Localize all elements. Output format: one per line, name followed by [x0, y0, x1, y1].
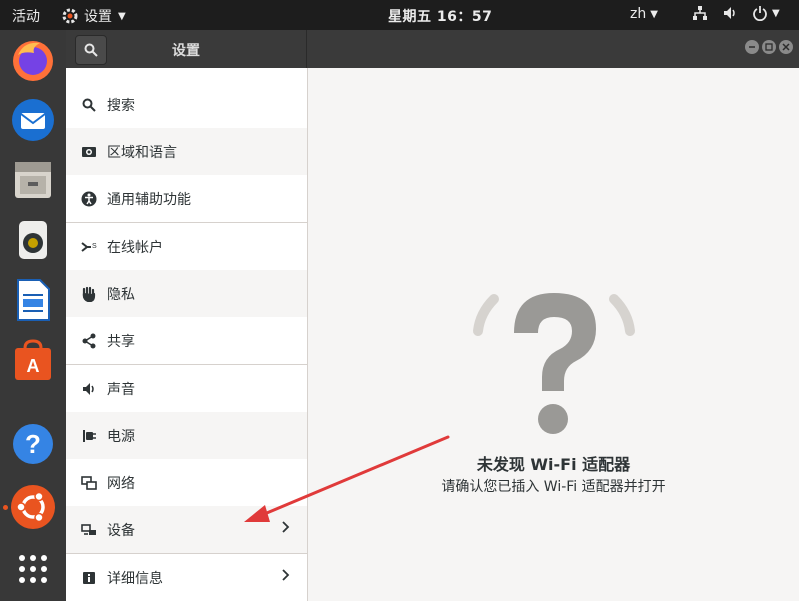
svg-text:A: A — [27, 356, 40, 376]
window-title: 设置 — [172, 43, 200, 59]
rhythmbox-icon[interactable] — [9, 216, 57, 264]
sidebar-item-label: 声音 — [107, 381, 135, 398]
power-icon — [753, 6, 767, 21]
search-icon — [77, 98, 101, 112]
software-center-icon[interactable]: A — [9, 336, 57, 384]
sidebar-item-network[interactable]: 网络 — [66, 459, 307, 506]
libreoffice-writer-icon[interactable] — [9, 276, 57, 324]
close-button[interactable] — [779, 40, 793, 54]
no-wifi-question-icon — [473, 293, 635, 434]
sidebar-item-sound[interactable]: 声音 — [66, 365, 307, 412]
running-indicator — [3, 505, 8, 510]
speaker-icon — [77, 381, 101, 397]
power-plug-icon — [77, 428, 101, 444]
window-controls — [745, 40, 793, 54]
sidebar-item-label: 区域和语言 — [107, 144, 177, 161]
sidebar-item-privacy[interactable]: 隐私 — [66, 270, 307, 317]
caret-down-icon: ▼ — [118, 10, 126, 22]
sidebar-item-label: 设备 — [107, 522, 135, 539]
volume-icon — [724, 7, 735, 19]
search-icon — [84, 43, 98, 57]
sidebar-item-label: 网络 — [107, 475, 135, 492]
network-icon — [77, 475, 101, 491]
maximize-icon — [765, 43, 773, 51]
header-bar: 设置 — [66, 30, 799, 68]
settings-window: 设置 搜索 区域和语言 通用辅助功能 S 在线帐户 隐私 共享 声音 电源 网络… — [66, 30, 799, 601]
firefox-icon[interactable] — [9, 36, 57, 84]
app-menu-label: 设置 — [84, 9, 112, 25]
minimize-button[interactable] — [745, 40, 759, 54]
dock: A ? — [0, 30, 66, 601]
system-menu[interactable]: ▼ — [692, 5, 780, 21]
sidebar-item-label: 通用辅助功能 — [107, 191, 191, 208]
hand-icon — [77, 286, 101, 302]
no-adapter-subtitle: 请确认您已插入 Wi-Fi 适配器并打开 — [441, 479, 666, 495]
app-menu-button[interactable]: 设置 ▼ — [62, 6, 126, 26]
caret-down-icon: ▼ — [650, 8, 658, 20]
sidebar-item-label: 隐私 — [107, 286, 135, 303]
sidebar-item-label: 电源 — [107, 428, 135, 445]
sidebar-item-label: 在线帐户 — [107, 239, 163, 256]
info-icon — [77, 571, 101, 585]
search-button[interactable] — [75, 35, 107, 65]
sidebar-item-devices[interactable]: 设备 — [66, 506, 307, 553]
devices-icon — [77, 522, 101, 538]
maximize-button[interactable] — [762, 40, 776, 54]
sidebar-item-label: 共享 — [107, 333, 135, 350]
share-icon — [77, 333, 101, 349]
sidebar-item-label: 搜索 — [107, 97, 135, 114]
activities-button[interactable]: 活动 — [12, 6, 40, 26]
svg-text:S: S — [92, 243, 97, 250]
input-language-label: zh — [630, 6, 647, 22]
settings-sidebar: 搜索 区域和语言 通用辅助功能 S 在线帐户 隐私 共享 声音 电源 网络 设备… — [66, 68, 308, 601]
help-icon[interactable]: ? — [9, 420, 57, 468]
top-bar: 活动 设置 ▼ 星期五 16：57 zh ▼ ▼ — [0, 0, 799, 30]
no-adapter-title: 未发现 Wi-Fi 适配器 — [476, 455, 631, 474]
thunderbird-icon[interactable] — [9, 96, 57, 144]
header-divider — [306, 30, 307, 68]
close-icon — [782, 43, 790, 51]
app-grid-icon[interactable] — [9, 545, 57, 593]
camera-icon — [77, 145, 101, 159]
sidebar-item-accessibility[interactable]: 通用辅助功能 — [66, 175, 307, 222]
sidebar-item-sharing[interactable]: 共享 — [66, 317, 307, 364]
clock[interactable]: 星期五 16：57 — [388, 6, 492, 26]
minimize-icon — [749, 46, 755, 48]
sidebar-item-region-language[interactable]: 区域和语言 — [66, 128, 307, 175]
sidebar-item-online-accounts[interactable]: S 在线帐户 — [66, 223, 307, 270]
wifi-panel: 未发现 Wi-Fi 适配器 请确认您已插入 Wi-Fi 适配器并打开 — [308, 68, 799, 601]
chevron-right-icon — [281, 568, 291, 586]
network-wired-icon — [693, 6, 707, 20]
ubuntu-icon[interactable] — [9, 483, 57, 531]
accessibility-icon — [77, 191, 101, 207]
sidebar-item-label: 详细信息 — [107, 570, 163, 587]
settings-app-icon — [62, 8, 78, 24]
sidebar-item-search[interactable]: 搜索 — [66, 81, 307, 128]
svg-text:?: ? — [25, 429, 41, 459]
sidebar-item-details[interactable]: 详细信息 — [66, 554, 307, 601]
input-language-menu[interactable]: zh ▼ — [630, 6, 658, 22]
files-icon[interactable] — [9, 156, 57, 204]
caret-down-icon: ▼ — [772, 7, 780, 19]
online-accounts-icon: S — [77, 240, 101, 254]
chevron-right-icon — [281, 520, 291, 538]
sidebar-item-power[interactable]: 电源 — [66, 412, 307, 459]
